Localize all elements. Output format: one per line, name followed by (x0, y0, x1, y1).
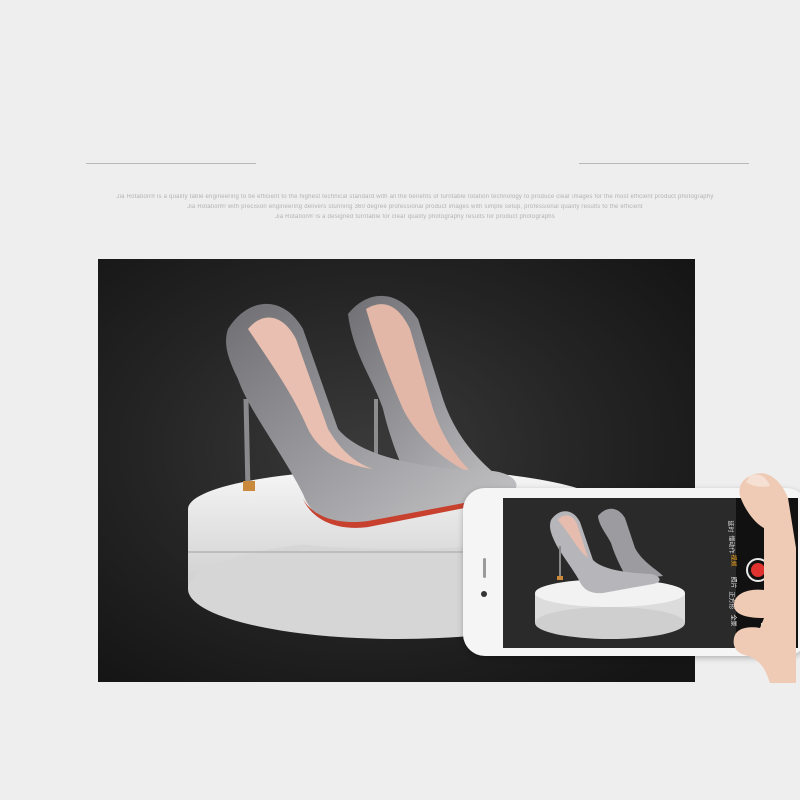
phone-camera-icon (481, 591, 487, 597)
caption-line-3: Jia Rotation® is a designed turntable fo… (274, 214, 556, 220)
divider-left (86, 163, 256, 164)
caption-line-1: Jia Rotation® is a quality table enginee… (116, 194, 714, 200)
hand-image (733, 473, 796, 683)
phone-speaker (483, 558, 486, 578)
caption-line-2: Jia Rotation® with precision engineering… (187, 204, 643, 210)
divider-right (579, 163, 749, 164)
preview-shoes-shape (550, 508, 663, 594)
